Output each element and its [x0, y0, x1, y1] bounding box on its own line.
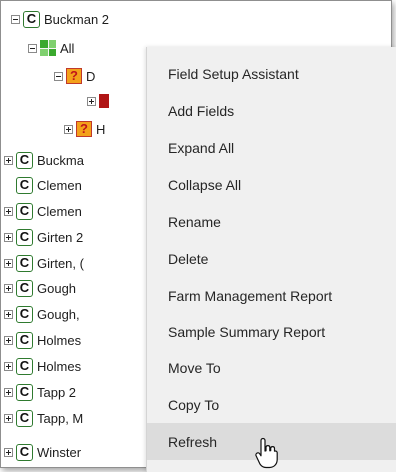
client-c-icon: C — [16, 279, 33, 297]
expand-icon[interactable] — [4, 447, 13, 457]
tree-row-label: Gough, — [37, 306, 80, 322]
menu-item-delete[interactable]: Delete — [147, 240, 396, 277]
expand-icon[interactable] — [4, 283, 13, 293]
tree-row-client[interactable]: C Gough — [4, 277, 76, 299]
client-c-icon: C — [16, 443, 33, 461]
flag-icon — [99, 94, 109, 108]
menu-item-sample-summary-report[interactable]: Sample Summary Report — [147, 313, 396, 350]
menu-item-farm-management-report[interactable]: Farm Management Report — [147, 277, 396, 314]
tree-row-client[interactable]: C Clemen — [4, 200, 82, 222]
tree-row-buckman-2[interactable]: C Buckman 2 — [11, 8, 109, 30]
client-c-icon: C — [16, 254, 33, 272]
expand-icon[interactable] — [4, 361, 13, 371]
menu-item-field-setup-assistant[interactable]: Field Setup Assistant — [147, 55, 396, 92]
expand-icon[interactable] — [4, 258, 13, 268]
client-c-icon: C — [16, 228, 33, 246]
tree-row-client[interactable]: C Holmes — [4, 329, 81, 351]
tree-row-client[interactable]: C Winster — [4, 441, 81, 463]
grid-icon — [40, 40, 56, 56]
expand-icon[interactable] — [4, 335, 13, 345]
tree-row-client[interactable]: C Clemen — [4, 174, 82, 196]
menu-item-rename[interactable]: Rename — [147, 203, 396, 240]
menu-item-move-to[interactable]: Move To — [147, 349, 396, 386]
context-menu: Field Setup Assistant Add Fields Expand … — [146, 47, 396, 472]
tree-row-label: Buckman 2 — [44, 11, 110, 27]
collapse-icon[interactable] — [54, 71, 63, 81]
tree-row-label: Clemen — [37, 203, 82, 219]
tree-row-client[interactable]: C Girten, ( — [4, 252, 84, 274]
client-c-icon: C — [16, 357, 33, 375]
question-icon: ? — [66, 68, 82, 84]
tree-row-field-d[interactable]: ? D — [54, 65, 95, 87]
tree-row-label: Winster — [37, 444, 82, 460]
client-c-icon: C — [16, 331, 33, 349]
tree-row-flag[interactable] — [87, 90, 113, 112]
hand-pointer-cursor-icon — [255, 437, 278, 469]
client-c-icon: C — [16, 151, 33, 169]
tree-row-client[interactable]: C Girten 2 — [4, 226, 83, 248]
expand-icon[interactable] — [4, 387, 13, 397]
expand-icon[interactable] — [4, 413, 13, 423]
tree-row-client[interactable]: C Tapp, M — [4, 407, 83, 429]
tree-row-label: Girten 2 — [37, 229, 84, 245]
tree-row-field-h[interactable]: ? H — [64, 118, 105, 140]
question-icon: ? — [76, 121, 92, 137]
expand-icon[interactable] — [4, 206, 13, 216]
tree-row-label: Holmes — [37, 332, 82, 348]
tree-row-client[interactable]: C Buckma — [4, 149, 84, 171]
tree-row-client[interactable]: C Holmes — [4, 355, 81, 377]
expand-icon[interactable] — [64, 124, 73, 134]
tree-row-label: Girten, ( — [37, 255, 84, 271]
tree-row-label: Clemen — [37, 177, 82, 193]
client-c-icon: C — [23, 10, 40, 28]
client-c-icon: C — [16, 305, 33, 323]
tree-row-client[interactable]: C Gough, — [4, 303, 80, 325]
expand-icon[interactable] — [4, 155, 13, 165]
collapse-icon[interactable] — [28, 43, 37, 53]
client-c-icon: C — [16, 176, 33, 194]
tree-row-label: All — [60, 40, 75, 56]
tree-row-label: Buckma — [37, 152, 84, 168]
menu-item-add-fields[interactable]: Add Fields — [147, 92, 396, 129]
tree-row-label: Gough — [37, 280, 77, 296]
tree-row-all[interactable]: All — [28, 37, 74, 59]
client-c-icon: C — [16, 202, 33, 220]
client-c-icon: C — [16, 409, 33, 427]
tree-row-label: Tapp 2 — [37, 384, 77, 400]
collapse-icon[interactable] — [11, 14, 20, 24]
tree-row-client[interactable]: C Tapp 2 — [4, 381, 76, 403]
tree-row-label: H — [96, 121, 106, 137]
tree-row-label: Tapp, M — [37, 410, 84, 426]
tree-row-label: D — [86, 68, 96, 84]
expand-icon[interactable] — [87, 96, 96, 106]
expand-icon[interactable] — [4, 232, 13, 242]
expand-icon[interactable] — [4, 309, 13, 319]
tree-row-label: Holmes — [37, 358, 82, 374]
menu-item-expand-all[interactable]: Expand All — [147, 129, 396, 166]
menu-item-collapse-all[interactable]: Collapse All — [147, 166, 396, 203]
menu-item-copy-to[interactable]: Copy To — [147, 386, 396, 423]
client-c-icon: C — [16, 383, 33, 401]
